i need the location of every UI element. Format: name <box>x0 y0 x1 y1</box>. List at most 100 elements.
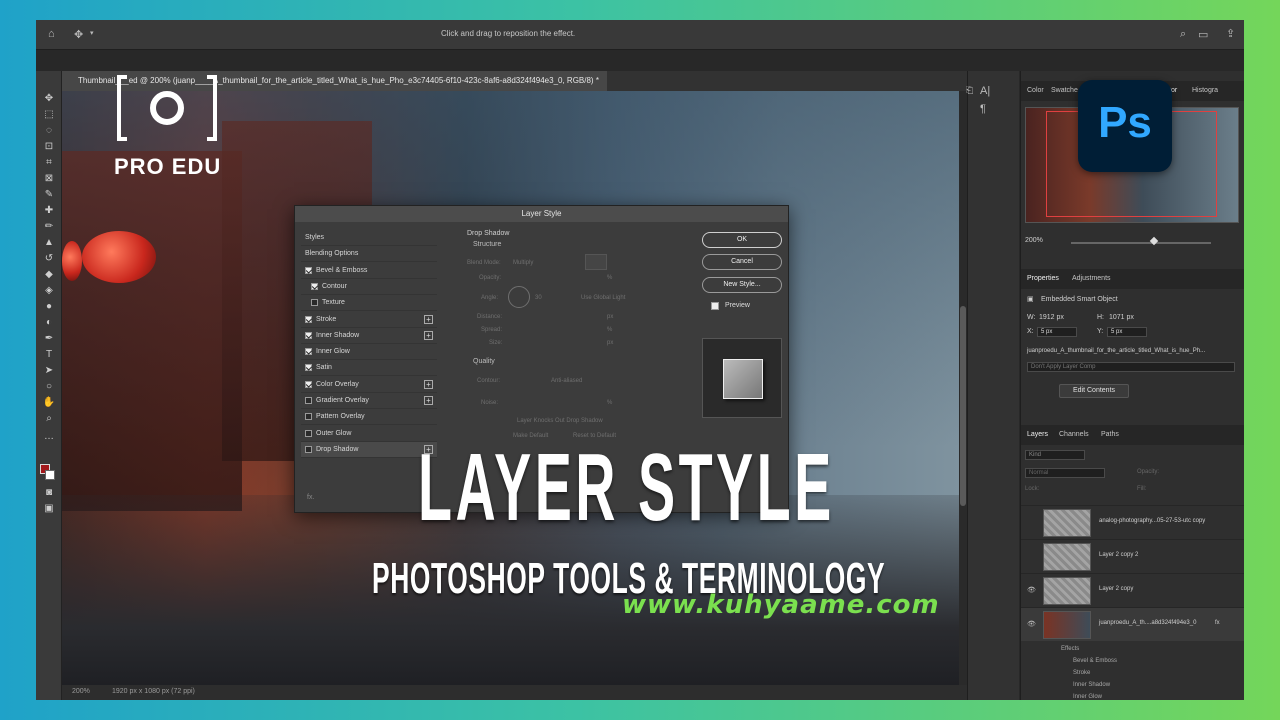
effect-item[interactable]: Bevel & Emboss <box>1073 658 1117 664</box>
add-style-icon[interactable]: + <box>424 314 433 324</box>
eyedropper-icon[interactable]: ✎ <box>42 189 56 201</box>
effect-item[interactable]: Inner Glow <box>1073 694 1102 700</box>
effect-item[interactable]: Stroke <box>1073 670 1090 676</box>
frame-tool-icon[interactable]: ⊠ <box>42 173 56 185</box>
scrollbar-thumb[interactable] <box>960 306 966 506</box>
canvas-scrollbar[interactable] <box>959 91 967 685</box>
use-global-light[interactable]: Use Global Light <box>581 295 625 301</box>
paragraph-icon[interactable]: ¶ <box>980 103 986 115</box>
search-icon[interactable]: ⌕ <box>1180 28 1186 41</box>
style-item[interactable]: Inner Shadow + <box>301 328 437 344</box>
path-selection-icon[interactable]: ➤ <box>42 365 56 377</box>
style-item[interactable]: Stroke + <box>301 312 437 328</box>
more-tools-icon[interactable]: … <box>42 431 56 443</box>
layer-row[interactable]: Layer 2 copy 2 <box>1021 539 1244 573</box>
style-checkbox[interactable] <box>305 397 312 404</box>
anti-aliased-checkbox[interactable]: Anti-aliased <box>551 378 582 384</box>
tab-channels[interactable]: Channels <box>1059 431 1089 438</box>
stamp-tool-icon[interactable]: ▲ <box>42 237 56 249</box>
layer-comp-select[interactable]: Don't Apply Layer Comp <box>1027 362 1235 372</box>
tab-swatches[interactable]: Swatche <box>1051 87 1078 94</box>
history-icon[interactable]: ⎗ <box>966 85 973 96</box>
style-checkbox[interactable] <box>305 315 312 323</box>
x-field[interactable]: 5 px <box>1037 327 1077 337</box>
angle-value[interactable]: 30 <box>535 295 542 301</box>
marquee-tool-icon[interactable]: ⬚ <box>42 109 56 121</box>
w-value[interactable]: 1912 px <box>1039 314 1064 321</box>
style-checkbox[interactable] <box>305 445 312 453</box>
style-checkbox[interactable] <box>305 331 312 339</box>
effect-item[interactable]: Inner Shadow <box>1073 682 1110 688</box>
eye-icon[interactable]: 👁 <box>1027 620 1036 628</box>
style-item[interactable]: Satin <box>301 360 437 377</box>
style-checkbox[interactable] <box>305 413 312 421</box>
healing-brush-icon[interactable]: ✚ <box>42 205 56 217</box>
style-checkbox[interactable] <box>305 364 312 372</box>
tab-adjustments[interactable]: Adjustments <box>1072 275 1111 282</box>
add-style-icon[interactable]: + <box>424 396 433 405</box>
style-item[interactable]: Outer Glow <box>301 426 437 442</box>
h-value[interactable]: 1071 px <box>1109 314 1134 321</box>
fx-menu-icon[interactable]: fx. <box>307 494 314 501</box>
style-item[interactable]: Contour <box>301 279 437 295</box>
shadow-color-swatch[interactable] <box>585 254 607 270</box>
navigator-zoom-slider[interactable] <box>1071 242 1211 244</box>
style-checkbox[interactable] <box>305 266 312 274</box>
character-icon[interactable]: A| <box>980 85 990 97</box>
move-tool-icon[interactable]: ✥ <box>42 93 56 105</box>
pen-tool-icon[interactable]: ✒ <box>42 333 56 345</box>
fx-badge[interactable]: fx <box>1215 620 1220 626</box>
y-field[interactable]: 5 px <box>1107 327 1147 337</box>
zoom-level[interactable]: 200% <box>72 688 90 695</box>
layer-row[interactable]: 👁 Layer 2 copy <box>1021 573 1244 607</box>
tab-histogram[interactable]: Histogra <box>1192 87 1218 94</box>
move-tool-icon[interactable]: ✥ <box>74 28 83 41</box>
tab-properties[interactable]: Properties <box>1027 275 1059 282</box>
quick-mask-icon[interactable]: ◙ <box>42 487 56 499</box>
style-item[interactable]: Drop Shadow + <box>301 441 437 458</box>
background-color-swatch[interactable] <box>45 470 55 480</box>
tab-paths[interactable]: Paths <box>1101 431 1119 438</box>
add-style-icon[interactable]: + <box>424 330 433 340</box>
eye-icon[interactable]: 👁 <box>1027 586 1036 594</box>
blend-mode-select[interactable]: Normal <box>1025 468 1105 478</box>
style-item[interactable]: Color Overlay + <box>301 377 437 393</box>
dodge-tool-icon[interactable]: ◐ <box>42 317 56 329</box>
paint-bucket-icon[interactable]: ◈ <box>42 285 56 297</box>
ellipse-tool-icon[interactable]: ○ <box>42 381 56 393</box>
history-brush-icon[interactable]: ↺ <box>42 253 56 265</box>
add-style-icon[interactable]: + <box>424 379 433 389</box>
navigator-zoom[interactable]: 200% <box>1025 237 1043 244</box>
style-item[interactable]: Bevel & Emboss <box>301 263 437 279</box>
cancel-button[interactable]: Cancel <box>702 254 782 270</box>
ok-button[interactable]: OK <box>702 232 782 248</box>
layer-row-selected[interactable]: 👁 juanproedu_A_th....a8d324f494e3_0 fx <box>1021 607 1244 641</box>
crop-tool-icon[interactable]: ⌗ <box>42 157 56 169</box>
share-icon[interactable]: ⇪ <box>1226 27 1235 40</box>
home-icon[interactable]: ⌂ <box>48 28 55 40</box>
object-selection-icon[interactable]: ⊡ <box>42 141 56 153</box>
chevron-down-icon[interactable]: ▾ <box>90 29 94 37</box>
layer-row[interactable]: analog-photography...05-27-53-utc copy <box>1021 505 1244 539</box>
zoom-tool-icon[interactable]: ⌕ <box>42 413 56 425</box>
new-style-button[interactable]: New Style... <box>702 277 782 293</box>
style-item[interactable]: Pattern Overlay <box>301 409 437 426</box>
type-tool-icon[interactable]: T <box>42 349 56 361</box>
workspace-icon[interactable]: ▭ <box>1198 28 1208 41</box>
preview-checkbox[interactable] <box>711 302 719 310</box>
screen-mode-icon[interactable]: ▣ <box>42 503 56 515</box>
style-checkbox[interactable] <box>305 380 312 388</box>
knocks-out-checkbox[interactable]: Layer Knocks Out Drop Shadow <box>517 418 603 424</box>
brush-tool-icon[interactable]: ✏ <box>42 221 56 233</box>
edit-contents-button[interactable]: Edit Contents <box>1059 384 1129 398</box>
style-item[interactable]: Texture <box>301 295 437 312</box>
layer-filter-select[interactable]: Kind <box>1025 450 1085 460</box>
style-checkbox[interactable] <box>311 282 318 290</box>
blur-tool-icon[interactable]: ● <box>42 301 56 313</box>
lasso-tool-icon[interactable]: ◌ <box>42 125 56 137</box>
hand-tool-icon[interactable]: ✋ <box>42 397 56 409</box>
tab-layers[interactable]: Layers <box>1027 431 1048 438</box>
style-item[interactable]: Inner Glow <box>301 344 437 361</box>
style-checkbox[interactable] <box>305 348 312 356</box>
style-checkbox[interactable] <box>305 429 312 437</box>
